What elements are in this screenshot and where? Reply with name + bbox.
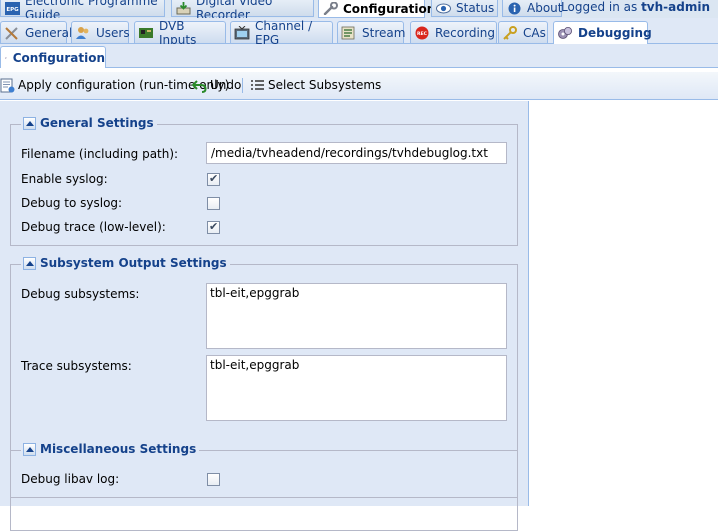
rec-icon: REC xyxy=(414,26,430,40)
debug-to-syslog-checkbox[interactable] xyxy=(207,197,220,210)
debug-trace-label: Debug trace (low-level): xyxy=(21,220,166,234)
select-subsystems-button[interactable]: Select Subsystems xyxy=(250,76,381,94)
gear-icon xyxy=(5,51,7,65)
tab-debugging-label: Debugging xyxy=(578,26,652,40)
tab-configuration[interactable]: Configuration xyxy=(318,0,425,18)
undo-button[interactable]: Undo xyxy=(192,76,241,94)
tab-debug-configuration-label: Configuration xyxy=(13,51,105,65)
filename-input[interactable] xyxy=(206,142,507,164)
svg-text:EPG: EPG xyxy=(6,7,19,13)
login-status: Logged in as tvh-admin xyxy=(561,0,710,16)
tv-icon xyxy=(234,26,250,40)
debug-libav-checkbox[interactable] xyxy=(207,473,220,486)
general-settings-title: General Settings xyxy=(40,116,154,130)
subsystem-output-title: Subsystem Output Settings xyxy=(40,256,227,270)
misc-settings-legend: Miscellaneous Settings xyxy=(21,442,199,456)
tab-debugging[interactable]: Debugging xyxy=(553,21,648,44)
tab-cas-label: CAs xyxy=(523,26,546,40)
tab-debug-configuration[interactable]: Configuration xyxy=(0,46,106,68)
enable-syslog-label: Enable syslog: xyxy=(21,172,108,186)
username: tvh-admin xyxy=(641,0,710,14)
general-settings-fieldset: General Settings Filename (including pat… xyxy=(10,124,518,246)
tab-about-label: About xyxy=(527,1,562,15)
collapse-general-button[interactable] xyxy=(23,117,36,130)
undo-label: Undo xyxy=(210,78,241,92)
tab-general[interactable]: General xyxy=(0,21,67,43)
wrench-icon xyxy=(323,2,338,15)
subsystem-output-legend: Subsystem Output Settings xyxy=(21,256,230,270)
tab-epg[interactable]: EPG Electronic Programme Guide xyxy=(0,0,165,17)
tab-channel-epg[interactable]: Channel / EPG xyxy=(230,21,333,43)
dvr-icon xyxy=(176,2,191,15)
tab-status-label: Status xyxy=(456,1,494,15)
trace-subsystems-label: Trace subsystems: xyxy=(21,359,132,373)
debug-trace-checkbox[interactable] xyxy=(207,221,220,234)
tab-channel-epg-label: Channel / EPG xyxy=(255,19,332,47)
tab-stream[interactable]: Stream xyxy=(337,21,404,43)
tab-configuration-label: Configuration xyxy=(343,2,435,16)
tab-recording-label: Recording xyxy=(435,26,495,40)
tab-dvb-inputs-label: DVB Inputs xyxy=(159,19,225,47)
tab-dvb-inputs[interactable]: DVB Inputs xyxy=(134,21,226,43)
dvb-card-icon xyxy=(138,26,154,40)
debug-subsystems-label: Debug subsystems: xyxy=(21,287,139,301)
toolbar-separator xyxy=(242,78,243,93)
misc-settings-fieldset: Miscellaneous Settings Debug libav log: xyxy=(10,450,518,498)
key-icon xyxy=(502,26,518,40)
collapse-misc-button[interactable] xyxy=(23,443,36,456)
debugging-tab-bar xyxy=(0,44,718,68)
epg-icon: EPG xyxy=(5,2,20,15)
tab-users-label: Users xyxy=(96,26,130,40)
tools-icon xyxy=(4,26,20,40)
collapse-subsystem-button[interactable] xyxy=(23,257,36,270)
tab-users[interactable]: Users xyxy=(71,21,129,43)
misc-settings-title: Miscellaneous Settings xyxy=(40,442,196,456)
list-icon xyxy=(250,78,265,93)
select-subsystems-label: Select Subsystems xyxy=(268,78,381,92)
tab-stream-label: Stream xyxy=(362,26,405,40)
eye-icon xyxy=(436,2,451,15)
tab-cas[interactable]: CAs xyxy=(498,21,548,43)
users-icon xyxy=(75,26,91,40)
bug-icon xyxy=(557,26,573,40)
tab-about[interactable]: About xyxy=(502,0,562,17)
general-settings-legend: General Settings xyxy=(21,116,157,130)
tab-general-label: General xyxy=(25,26,72,40)
trace-subsystems-textarea[interactable]: tbl-eit,epggrab xyxy=(206,355,507,421)
info-icon xyxy=(507,2,522,15)
login-prefix: Logged in as xyxy=(561,0,641,14)
tab-dvr[interactable]: Digital Video Recorder xyxy=(171,0,314,17)
debug-to-syslog-label: Debug to syslog: xyxy=(21,196,122,210)
stream-icon xyxy=(341,26,357,40)
debug-config-form: General Settings Filename (including pat… xyxy=(0,101,529,506)
save-config-icon xyxy=(0,78,15,93)
debug-libav-label: Debug libav log: xyxy=(21,472,119,486)
enable-syslog-checkbox[interactable] xyxy=(207,173,220,186)
undo-icon xyxy=(192,78,207,93)
tab-status[interactable]: Status xyxy=(431,0,498,17)
svg-text:REC: REC xyxy=(417,31,428,37)
debug-subsystems-textarea[interactable]: tbl-eit,epggrab xyxy=(206,283,507,349)
filename-label: Filename (including path): xyxy=(21,147,178,161)
tab-recording[interactable]: REC Recording xyxy=(410,21,497,43)
